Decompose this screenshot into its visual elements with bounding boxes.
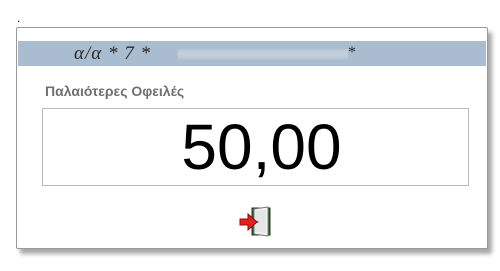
header-asterisk: * [348, 44, 356, 61]
screen: . α/α * 7 * * Παλαιότερες Οφειλές 50,00 [0, 0, 500, 271]
amount-box: 50,00 [42, 108, 469, 186]
exit-button[interactable] [238, 206, 272, 238]
record-number: α/α * 7 * [74, 43, 151, 64]
amount-value: 50,00 [181, 111, 342, 183]
header-bar: α/α * 7 * * [18, 41, 486, 66]
section-title: Παλαιότερες Οφειλές [45, 83, 185, 99]
redacted-name [178, 49, 348, 60]
corner-mark: . [17, 11, 21, 25]
debt-window: α/α * 7 * * Παλαιότερες Οφειλές 50,00 [16, 27, 488, 249]
exit-door-icon [239, 206, 271, 237]
